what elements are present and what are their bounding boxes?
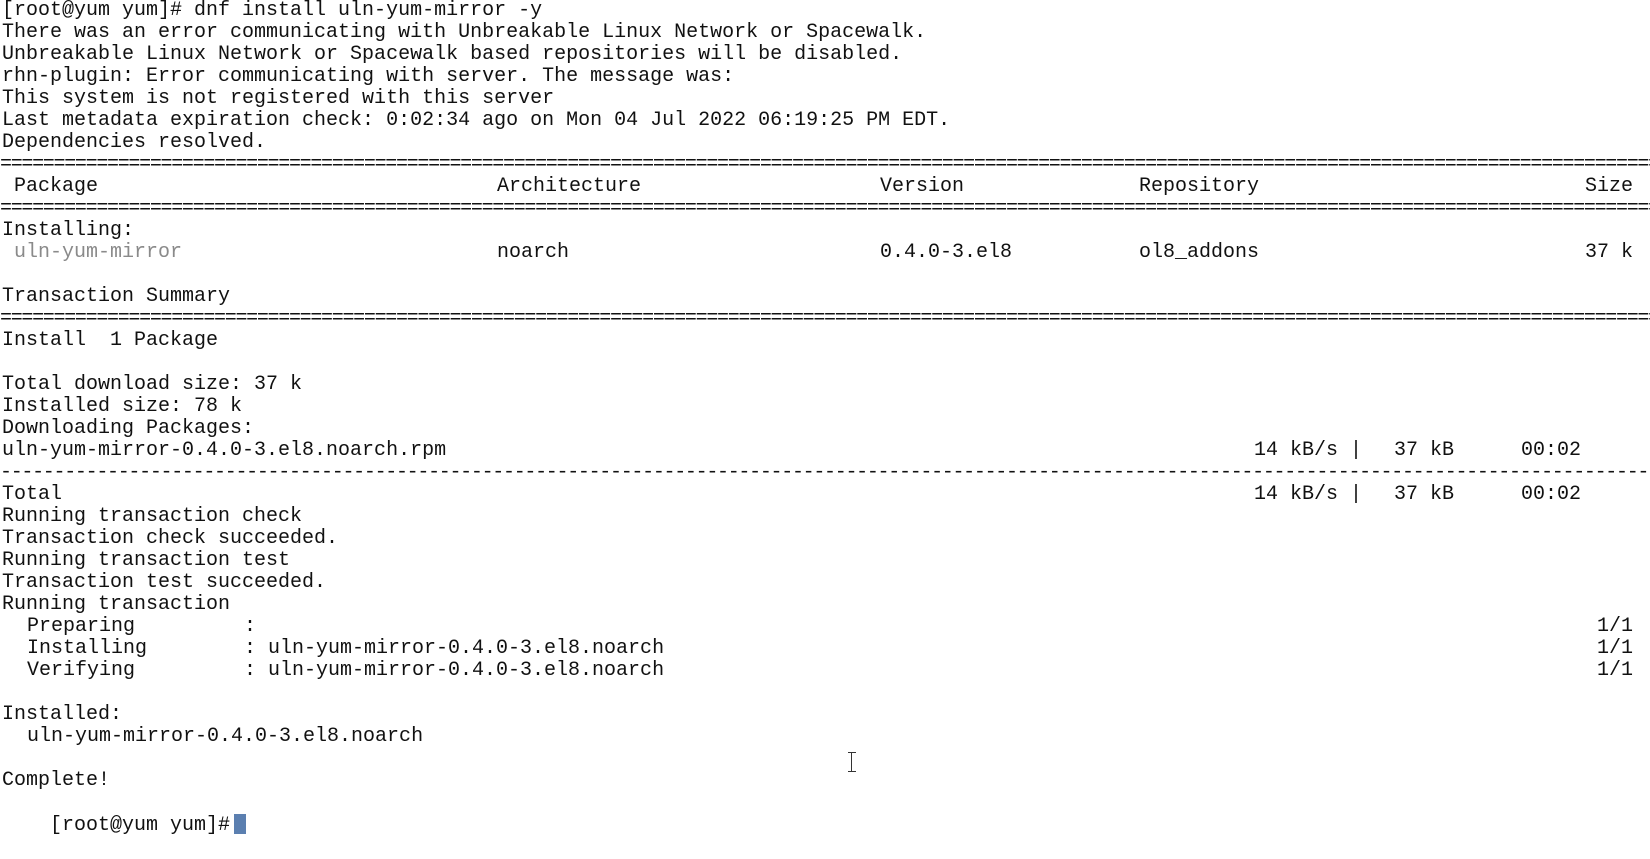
step-colon: : [244,615,257,638]
column-header-repository: Repository [1139,175,1260,198]
section-label: Installing: [2,219,135,242]
column-header-package: Package [14,175,99,198]
output-line: There was an error communicating with Un… [2,21,927,44]
step-count: 1/1 [1597,637,1634,660]
download-size: 37 kB [1394,439,1455,462]
double-rule: ========================================… [0,198,1650,220]
output-line: Dependencies resolved. [2,131,267,154]
total-label: Total [2,483,63,506]
step-action: Preparing [27,615,136,638]
prompt-text: [root@yum yum]# [50,814,231,837]
installed-size: Installed size: 78 k [2,395,243,418]
step-target: uln-yum-mirror-0.4.0-3.el8.noarch [268,637,665,660]
output-line: Running transaction check [2,505,303,528]
package-repository: ol8_addons [1139,241,1260,264]
text-cursor [234,814,247,834]
step-colon: : [244,637,257,660]
download-time: 00:02 [1521,439,1582,462]
step-count: 1/1 [1597,615,1634,638]
double-rule: ========================================… [0,154,1650,176]
prompt-line[interactable]: [root@yum yum]# [2,792,247,837]
total-speed: 14 kB/s | [1254,483,1363,506]
ibeam-cursor-icon [848,752,856,772]
download-row: uln-yum-mirror-0.4.0-3.el8.noarch.rpm 14… [0,440,1650,462]
complete-message: Complete! [2,769,111,792]
table-header-row: Package Architecture Version Repository … [0,176,1650,198]
output-line: Transaction test succeeded. [2,571,327,594]
output-line: rhn-plugin: Error communicating with ser… [2,65,735,88]
step-row: Installing : uln-yum-mirror-0.4.0-3.el8.… [0,638,1650,660]
output-line: Running transaction test [2,549,291,572]
step-row: Preparing : 1/1 [0,616,1650,638]
summary-install-line: Install 1 Package [2,329,219,352]
download-speed: 14 kB/s | [1254,439,1363,462]
step-action: Installing [27,637,148,660]
step-colon: : [244,659,257,682]
output-line: Transaction check succeeded. [2,527,339,550]
total-download-size: Total download size: 37 k [2,373,303,396]
total-time: 00:02 [1521,483,1582,506]
package-size: 37 k [1585,241,1634,264]
step-row: Verifying : uln-yum-mirror-0.4.0-3.el8.n… [0,660,1650,682]
step-count: 1/1 [1597,659,1634,682]
step-action: Verifying [27,659,136,682]
single-rule: ----------------------------------------… [0,462,1650,484]
output-line: Running transaction [2,593,231,616]
total-row: Total 14 kB/s | 37 kB 00:02 [0,484,1650,506]
downloading-label: Downloading Packages: [2,417,255,440]
column-header-size: Size [1585,175,1634,198]
download-file: uln-yum-mirror-0.4.0-3.el8.noarch.rpm [2,439,447,462]
total-size: 37 kB [1394,483,1455,506]
output-line: This system is not registered with this … [2,87,555,110]
output-line: Unbreakable Linux Network or Spacewalk b… [2,43,903,66]
column-header-version: Version [880,175,965,198]
command-line: [root@yum yum]# dnf install uln-yum-mirr… [2,0,543,22]
installed-label: Installed: [2,703,123,726]
double-rule: ========================================… [0,308,1650,330]
summary-title: Transaction Summary [2,285,231,308]
package-name: uln-yum-mirror [14,241,183,264]
package-arch: noarch [497,241,570,264]
installed-package: uln-yum-mirror-0.4.0-3.el8.noarch [27,725,424,748]
column-header-architecture: Architecture [497,175,642,198]
output-line: Last metadata expiration check: 0:02:34 … [2,109,951,132]
package-version: 0.4.0-3.el8 [880,241,1013,264]
step-target: uln-yum-mirror-0.4.0-3.el8.noarch [268,659,665,682]
table-row: uln-yum-mirror noarch 0.4.0-3.el8 ol8_ad… [0,242,1650,264]
terminal-window[interactable]: [root@yum yum]# dnf install uln-yum-mirr… [0,0,1650,844]
